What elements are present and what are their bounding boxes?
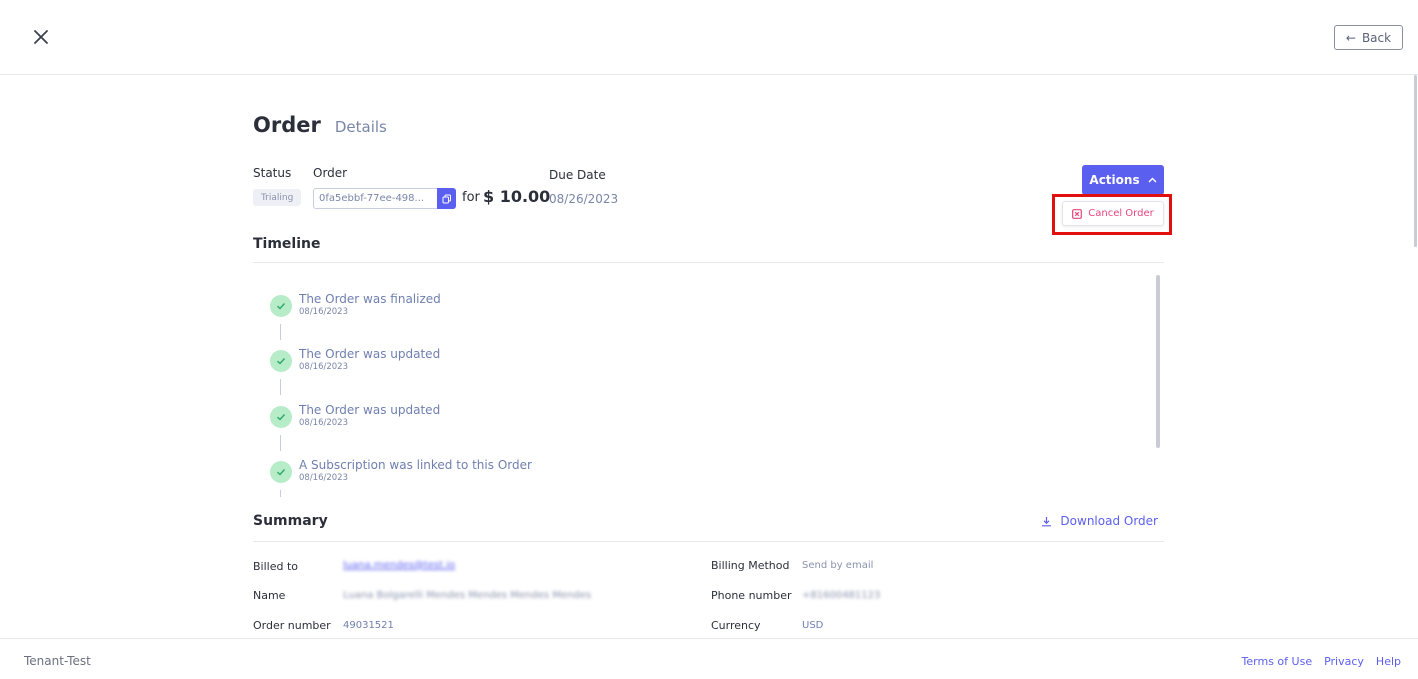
- timeline-item-date: 08/16/2023: [299, 362, 348, 372]
- help-link[interactable]: Help: [1376, 655, 1401, 668]
- terms-link[interactable]: Terms of Use: [1242, 655, 1313, 668]
- timeline-item-date: 08/16/2023: [299, 473, 348, 483]
- summary-title: Summary: [253, 513, 328, 529]
- order-details-content: Order Details Status Order Due Date Tria…: [253, 75, 1172, 638]
- cancel-order-label: Cancel Order: [1088, 208, 1154, 219]
- timeline-connector: [280, 490, 281, 497]
- check-icon: [270, 461, 292, 483]
- copy-button[interactable]: [437, 188, 456, 209]
- timeline-item: The Order was finalized 08/16/2023: [270, 292, 870, 325]
- timeline-item-date: 08/16/2023: [299, 418, 348, 428]
- order-id-field[interactable]: 0fa5ebbf-77ee-498...: [313, 188, 437, 209]
- chevron-up-icon: [1148, 177, 1157, 183]
- actions-button[interactable]: Actions: [1082, 165, 1164, 195]
- arrow-left-icon: ←: [1345, 30, 1356, 45]
- cancel-square-icon: [1072, 208, 1083, 219]
- check-icon: [270, 406, 292, 428]
- billed-to-value[interactable]: luana.mendes@test.io: [343, 560, 455, 571]
- currency-label: Currency: [711, 619, 761, 632]
- footer-links: Terms of Use Privacy Help: [1242, 655, 1401, 668]
- name-value: Luana Bolgarelli Mendes Mendes Mendes Me…: [343, 590, 592, 601]
- page-header: Order Details: [253, 113, 387, 137]
- tenant-name: Tenant-Test: [24, 654, 91, 668]
- due-date-label: Due Date: [549, 168, 606, 182]
- billing-method-value: Send by email: [802, 560, 874, 571]
- download-icon: [1042, 516, 1052, 526]
- timeline-item-date: 08/16/2023: [299, 307, 348, 317]
- top-bar: ← Back: [0, 0, 1418, 75]
- billing-method-label: Billing Method: [711, 559, 790, 572]
- close-icon[interactable]: [30, 26, 52, 48]
- status-badge: Trialing: [253, 189, 302, 206]
- timeline-item-text: The Order was updated: [299, 403, 441, 417]
- timeline-scrollbar[interactable]: [1156, 275, 1160, 448]
- page-title: Order: [253, 113, 321, 137]
- timeline-connector: [280, 379, 281, 395]
- timeline-item-text: The Order was updated: [299, 347, 441, 361]
- order-label: Order: [313, 166, 348, 180]
- timeline-item: A Subscription was linked to this Order …: [270, 458, 870, 491]
- timeline-title: Timeline: [253, 236, 321, 252]
- cancel-order-button[interactable]: Cancel Order: [1062, 201, 1164, 226]
- name-label: Name: [253, 589, 286, 602]
- order-number-label: Order number: [253, 619, 331, 632]
- timeline-item: The Order was updated 08/16/2023: [270, 403, 870, 436]
- for-text: for: [462, 190, 480, 205]
- check-icon: [270, 295, 292, 317]
- billed-to-label: Billed to: [253, 560, 299, 573]
- page-scrollbar[interactable]: [1414, 75, 1417, 247]
- timeline-list[interactable]: The Order was finalized 08/16/2023 The O…: [253, 275, 1164, 497]
- download-order-label: Download Order: [1060, 514, 1158, 528]
- timeline-connector: [280, 324, 281, 340]
- due-date-value: 08/26/2023: [549, 192, 619, 206]
- back-button-label: Back: [1361, 30, 1392, 45]
- privacy-link[interactable]: Privacy: [1324, 655, 1364, 668]
- footer: Tenant-Test Terms of Use Privacy Help: [0, 638, 1418, 679]
- order-number-value: 49031521: [343, 620, 394, 631]
- timeline-connector: [280, 435, 281, 451]
- check-icon: [270, 350, 292, 372]
- copy-icon: [442, 194, 451, 203]
- page-subtitle: Details: [334, 118, 387, 136]
- timeline-item: The Order was updated 08/16/2023: [270, 347, 870, 380]
- summary-divider: [253, 541, 1164, 542]
- download-order-link[interactable]: Download Order: [1041, 514, 1158, 528]
- order-amount: $ 10.00: [483, 187, 551, 206]
- timeline-item-text: A Subscription was linked to this Order: [299, 458, 532, 472]
- actions-button-label: Actions: [1089, 173, 1140, 187]
- phone-value: +81600481123: [802, 590, 881, 601]
- back-button[interactable]: ← Back: [1334, 25, 1403, 50]
- timeline-divider: [253, 262, 1164, 263]
- status-label: Status: [253, 166, 292, 180]
- phone-label: Phone number: [711, 589, 792, 602]
- currency-value: USD: [802, 620, 824, 631]
- timeline-item-text: The Order was finalized: [299, 292, 441, 306]
